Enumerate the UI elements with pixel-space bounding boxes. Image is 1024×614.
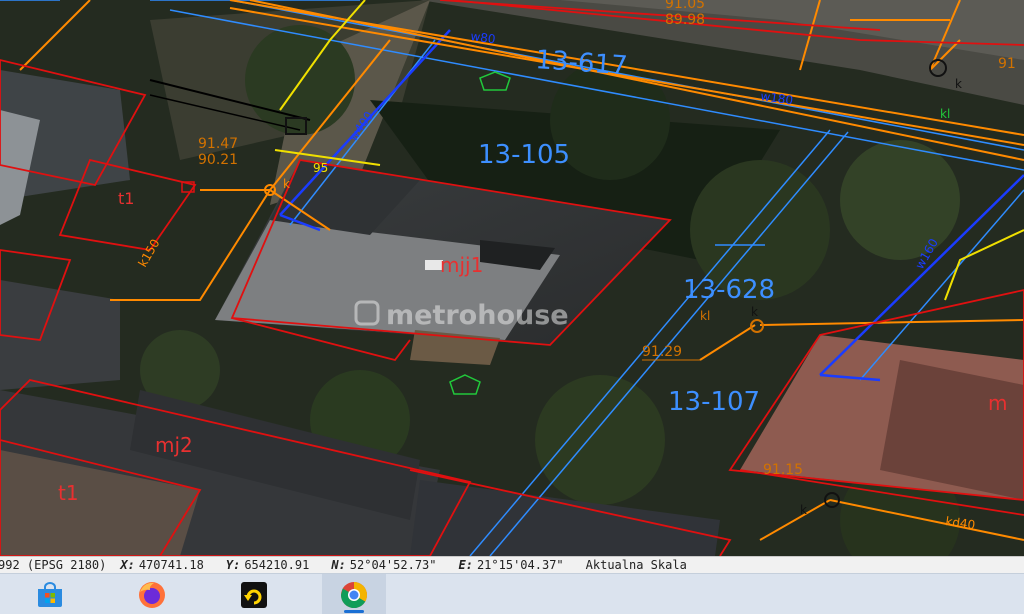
building-label: t1 bbox=[118, 189, 134, 208]
elevation-label: 89.98 bbox=[665, 12, 705, 28]
store-icon bbox=[38, 581, 62, 607]
elevation-label: 91.15 bbox=[763, 462, 803, 478]
utility-label: k bbox=[955, 77, 962, 91]
watermark: metrohouse bbox=[354, 300, 569, 331]
longitude-readout: E: 21°15'04.37" bbox=[458, 558, 564, 572]
latitude-readout: N: 52°04'52.73" bbox=[331, 558, 437, 572]
y-coordinate: Y: 654210.91 bbox=[225, 558, 310, 572]
taskbar-store-button[interactable] bbox=[18, 574, 82, 614]
parcel-label: 13-105 bbox=[478, 140, 570, 170]
building-label: mj2 bbox=[155, 433, 193, 457]
utility-label: k bbox=[800, 503, 807, 517]
elevation-label: 91.05 bbox=[665, 0, 705, 12]
elevation-label: 91.29 bbox=[642, 344, 682, 360]
parcel-label: 13-628 bbox=[683, 275, 775, 305]
utility-label: kl bbox=[700, 309, 710, 323]
elevation-label: 91.47 bbox=[198, 136, 238, 152]
building-label: m bbox=[988, 391, 1007, 415]
coordinate-status-bar: 992 (EPSG 2180) X: 470741.18 Y: 654210.91 … bbox=[0, 556, 1024, 573]
aerial-imagery bbox=[0, 0, 1024, 556]
chrome-icon bbox=[340, 581, 368, 608]
map-layers: 13-617 13-105 13-628 13-107 mjj1 mj2 t1 … bbox=[0, 0, 1024, 556]
taskbar-rotate-app-button[interactable] bbox=[222, 574, 286, 614]
rotate-arrow-icon bbox=[241, 581, 267, 608]
taskbar bbox=[0, 573, 1024, 614]
parcel-label: 13-617 bbox=[535, 45, 629, 81]
utility-label: k bbox=[283, 177, 290, 191]
watermark-text: metrohouse bbox=[386, 300, 569, 331]
parcel-label: 13-107 bbox=[668, 387, 760, 417]
taskbar-firefox-button[interactable] bbox=[120, 574, 184, 614]
building-label: t1 bbox=[58, 481, 79, 505]
firefox-icon bbox=[139, 581, 165, 608]
taskbar-chrome-button[interactable] bbox=[322, 574, 386, 614]
utility-label: kl bbox=[940, 107, 950, 121]
elevation-label: 91 bbox=[998, 56, 1016, 72]
elevation-label: 90.21 bbox=[198, 152, 238, 168]
crs-readout: 992 (EPSG 2180) bbox=[0, 558, 107, 572]
map-canvas[interactable]: 13-617 13-105 13-628 13-107 mjj1 mj2 t1 … bbox=[0, 0, 1024, 556]
building-label: mjj1 bbox=[440, 253, 483, 277]
scale-label: Aktualna Skala bbox=[585, 558, 687, 572]
app-window: 13-617 13-105 13-628 13-107 mjj1 mj2 t1 … bbox=[0, 0, 1024, 614]
utility-label: 95 bbox=[313, 161, 328, 175]
utility-label: k bbox=[751, 305, 758, 319]
x-coordinate: X: 470741.18 bbox=[120, 558, 204, 572]
